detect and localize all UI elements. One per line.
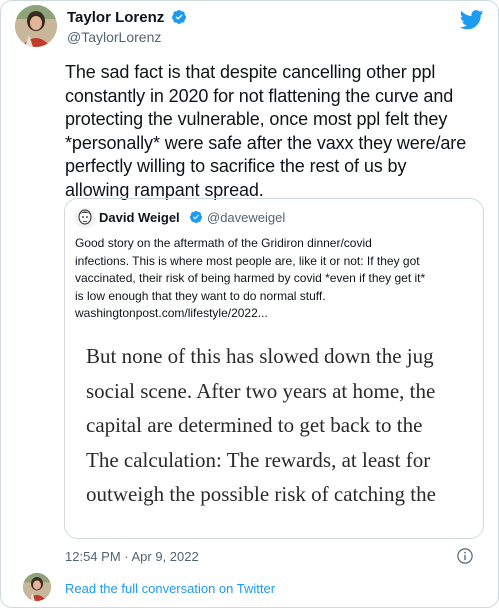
reply-avatar[interactable] — [23, 573, 51, 601]
quoted-author-name[interactable]: David Weigel — [99, 210, 180, 226]
quoted-article-image[interactable]: But none of this has slowed down the jug… — [65, 327, 483, 538]
quoted-author-avatar[interactable] — [75, 208, 95, 228]
author-avatar[interactable] — [15, 5, 57, 47]
twitter-bird-icon[interactable] — [460, 9, 484, 31]
tweet-embed-card: Taylor Lorenz @TaylorLorenz The sad fact… — [0, 0, 499, 608]
article-excerpt-text: But none of this has slowed down the jug… — [86, 344, 436, 506]
author-name[interactable]: Taylor Lorenz — [67, 9, 164, 27]
quoted-tweet-text: Good story on the aftermath of the Gridi… — [75, 236, 426, 321]
quoted-author-handle[interactable]: @daveweigel — [207, 210, 285, 226]
author-handle[interactable]: @TaylorLorenz — [67, 29, 161, 46]
tweet-text: The sad fact is that despite cancelling … — [65, 62, 467, 200]
read-conversation-link[interactable]: Read the full conversation on Twitter — [65, 581, 275, 597]
info-icon[interactable] — [456, 547, 474, 565]
tweet-timestamp[interactable]: 12:54 PM · Apr 9, 2022 — [65, 549, 199, 565]
verified-badge-icon — [189, 210, 203, 224]
quoted-tweet[interactable]: David Weigel @daveweigel Good story on t… — [64, 198, 484, 539]
verified-badge-icon — [172, 10, 187, 24]
